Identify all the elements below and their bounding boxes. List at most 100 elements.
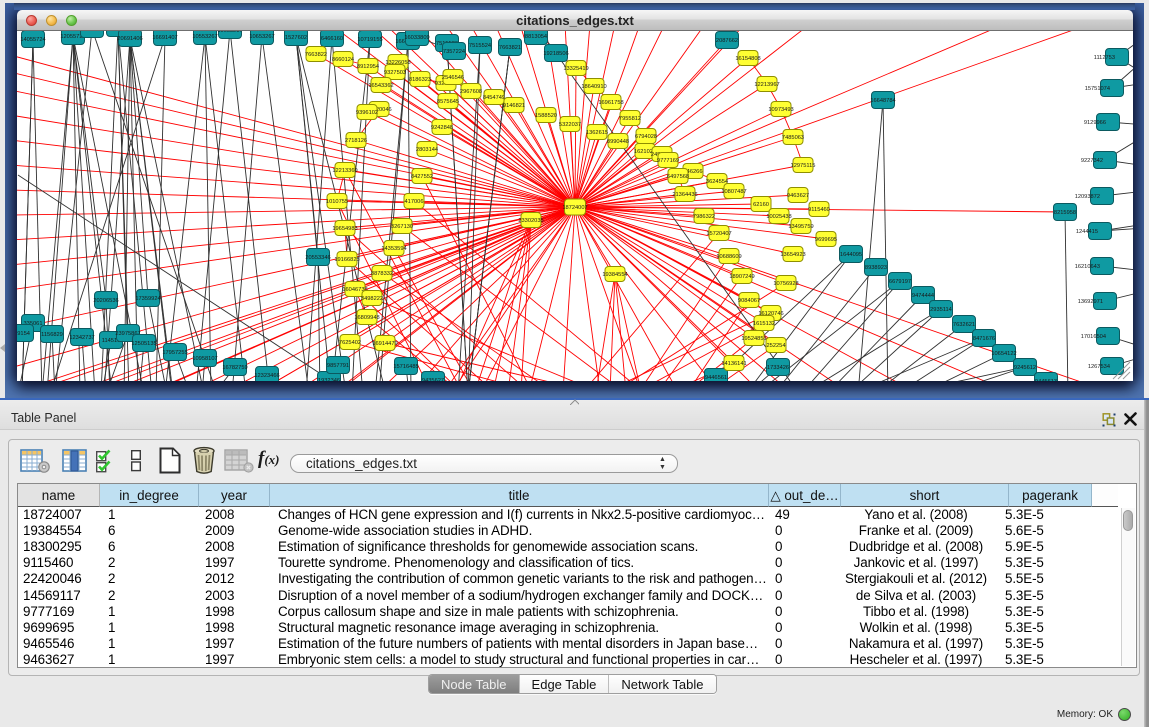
svg-text:2935114: 2935114	[930, 307, 952, 313]
svg-text:10756928: 10756928	[773, 281, 798, 287]
svg-text:252254: 252254	[767, 343, 786, 349]
svg-text:10025438: 10025438	[766, 214, 791, 220]
svg-text:19218506: 19218506	[543, 51, 568, 57]
svg-text:7485063: 7485063	[782, 135, 804, 141]
svg-text:10973493: 10973493	[768, 107, 793, 113]
svg-text:12975115: 12975115	[791, 163, 816, 169]
svg-text:16782759: 16782759	[222, 365, 247, 371]
svg-text:2546546: 2546546	[442, 75, 464, 81]
svg-text:8813054: 8813054	[525, 34, 547, 40]
svg-text:9146821: 9146821	[503, 103, 525, 109]
svg-text:16809948: 16809948	[354, 315, 379, 321]
svg-text:15751074: 15751074	[1085, 86, 1110, 92]
svg-text:17957255: 17957255	[162, 350, 187, 356]
svg-text:16543362: 16543362	[368, 83, 393, 89]
svg-text:18724007: 18724007	[562, 205, 587, 211]
svg-text:18907249: 18907249	[729, 274, 754, 280]
svg-text:1733426: 1733426	[767, 365, 789, 371]
svg-text:62160: 62160	[753, 202, 769, 208]
svg-text:15716485: 15716485	[393, 364, 418, 370]
svg-text:6679197: 6679197	[889, 279, 911, 285]
svg-text:9084067: 9084067	[738, 298, 760, 304]
svg-text:9857791: 9857791	[327, 363, 349, 369]
svg-text:13325419: 13325419	[563, 66, 588, 72]
svg-text:15720407: 15720407	[706, 231, 731, 237]
svg-text:18640910: 18640910	[581, 84, 606, 90]
svg-text:23302035: 23302035	[518, 218, 543, 224]
svg-text:14353594: 14353594	[381, 246, 406, 252]
svg-text:13495759: 13495759	[788, 224, 813, 230]
svg-text:8575645: 8575645	[437, 99, 459, 105]
svg-text:6466160: 6466160	[321, 36, 343, 42]
svg-text:1932346: 1932346	[318, 378, 340, 381]
svg-text:2718126: 2718126	[345, 138, 367, 144]
svg-text:1010755: 1010755	[326, 199, 348, 205]
svg-text:1244415: 1244415	[1076, 229, 1098, 235]
svg-text:10807487: 10807487	[721, 189, 746, 195]
svg-text:9474444: 9474444	[912, 293, 934, 299]
svg-text:19654983: 19654983	[332, 226, 357, 232]
svg-text:17016504: 17016504	[1081, 334, 1106, 340]
svg-text:9396102: 9396102	[356, 110, 378, 116]
svg-text:12213369: 12213369	[332, 168, 357, 174]
svg-text:12323466: 12323466	[254, 373, 279, 379]
svg-text:14055724: 14055724	[20, 37, 45, 43]
svg-text:9446561: 9446561	[705, 375, 727, 381]
svg-text:1527602: 1527602	[285, 35, 307, 41]
svg-text:16691407: 16691407	[152, 35, 177, 41]
svg-text:1112753: 1112753	[1094, 55, 1115, 61]
svg-text:16210643: 16210643	[1075, 264, 1100, 270]
svg-text:17359924: 17359924	[135, 296, 160, 302]
svg-text:12342737: 12342737	[69, 335, 94, 341]
svg-text:8427552: 8427552	[411, 174, 433, 180]
svg-text:9129966: 9129966	[1084, 120, 1106, 126]
svg-text:1362615: 1362615	[586, 130, 608, 136]
svg-text:1615132: 1615132	[753, 321, 775, 327]
svg-text:8938923: 8938923	[865, 265, 887, 271]
svg-text:20206536: 20206536	[93, 298, 118, 304]
svg-text:14136141: 14136141	[721, 361, 746, 367]
svg-text:7515524: 7515524	[469, 43, 491, 49]
svg-text:8186323: 8186323	[409, 77, 431, 83]
svg-text:3498222: 3498222	[361, 296, 383, 302]
svg-text:10654122: 10654122	[991, 351, 1016, 357]
svg-text:417006: 417006	[405, 199, 424, 205]
svg-text:1267534: 1267534	[1088, 364, 1110, 370]
svg-text:12213967: 12213967	[754, 82, 779, 88]
svg-text:10958107: 10958107	[192, 356, 217, 362]
svg-text:3267130: 3267130	[391, 224, 413, 230]
svg-text:2803144: 2803144	[416, 147, 438, 153]
svg-text:9245612: 9245612	[1014, 365, 1036, 371]
svg-text:10719155: 10719155	[357, 37, 382, 43]
svg-text:9463627: 9463627	[787, 193, 809, 199]
svg-text:39154: 39154	[17, 331, 30, 337]
svg-text:2967608: 2967608	[460, 89, 482, 95]
svg-text:19524851: 19524851	[741, 336, 766, 342]
svg-text:10688609: 10688609	[716, 254, 741, 260]
svg-text:12093872: 12093872	[1075, 194, 1100, 200]
svg-text:1644095: 1644095	[840, 252, 862, 258]
svg-text:7986322: 7986322	[693, 214, 715, 220]
svg-text:7625402: 7625402	[339, 340, 361, 346]
svg-text:16033809: 16033809	[404, 35, 429, 41]
svg-text:5322037: 5322037	[559, 122, 581, 128]
svg-text:7357224: 7357224	[443, 49, 465, 55]
svg-text:6794028: 6794028	[635, 134, 657, 140]
svg-text:8454749: 8454749	[483, 95, 505, 101]
svg-text:8471676: 8471676	[973, 336, 995, 342]
svg-text:18051406: 18051406	[79, 31, 104, 33]
svg-text:9227342: 9227342	[1081, 158, 1103, 164]
svg-text:7663822: 7663822	[305, 52, 327, 58]
svg-text:10553267: 10553267	[192, 34, 217, 40]
svg-text:20691406: 20691406	[117, 36, 142, 42]
svg-text:10653267: 10653267	[249, 34, 274, 40]
svg-text:10653287: 10653287	[217, 31, 242, 34]
svg-text:16914479: 16914479	[372, 341, 397, 347]
svg-text:6497568: 6497568	[667, 174, 689, 180]
svg-text:19166825: 19166825	[334, 257, 359, 263]
svg-text:7955812: 7955812	[619, 116, 641, 122]
svg-text:19384554: 19384554	[602, 272, 627, 278]
svg-text:7663821: 7663821	[499, 45, 521, 51]
svg-text:8912954: 8912954	[357, 64, 379, 70]
svg-text:12505135: 12505135	[131, 341, 156, 347]
